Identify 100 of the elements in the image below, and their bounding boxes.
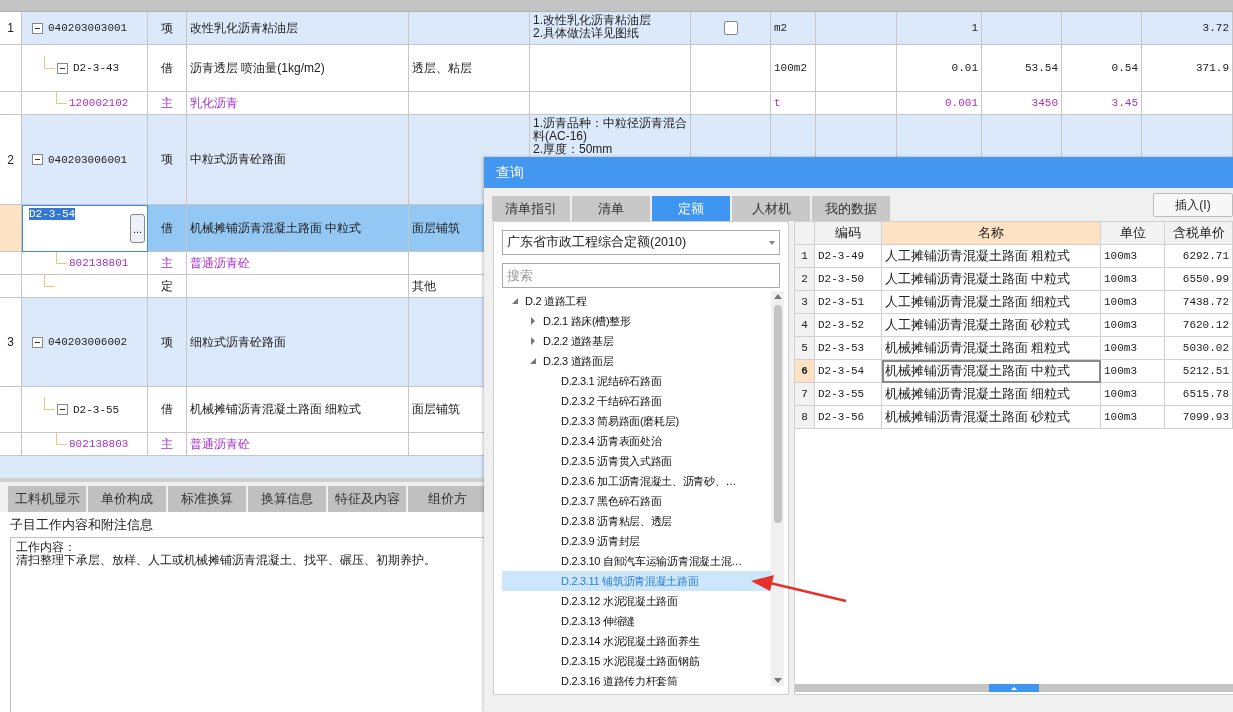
tree-item[interactable]: D.2.3.8 沥青粘层、透层 — [502, 511, 771, 531]
table-cell: D2-3-50 — [815, 268, 882, 291]
table-row[interactable]: 120002102 主 乳化沥青 t 0.001 3450 3.45 — [0, 92, 1233, 115]
table-cell: 5030.02 — [1165, 337, 1233, 360]
tree-item[interactable]: D.2.2 道路基层 — [502, 331, 771, 351]
tree-item[interactable]: D.2.3.5 沥青贯入式路面 — [502, 451, 771, 471]
table-cell: 7620.12 — [1165, 314, 1233, 337]
library-dropdown[interactable]: 广东省市政工程综合定额(2010) — [502, 230, 780, 255]
tab[interactable]: 标准换算 — [168, 486, 246, 512]
row-number[interactable]: 8 — [795, 406, 815, 429]
scroll-down-icon[interactable] — [773, 678, 782, 683]
table-cell: 机械摊铺沥青混凝土路面 粗粒式 — [882, 337, 1101, 360]
table-row[interactable]: D2-3-43 借 沥青透层 喷油量(1kg/m2) 透层、粘层 100m2 0.01 53.54 0.54 371.9 — [0, 45, 1233, 92]
checkbox[interactable] — [723, 21, 738, 35]
description-line: 2.具体做法详见图纸 — [533, 27, 639, 40]
row-number[interactable]: 2 — [795, 268, 815, 291]
code-input[interactable]: D2-3-54 ... — [22, 205, 148, 252]
dialog-title: 查询 — [484, 157, 1233, 188]
tab[interactable]: 工料机显示 — [8, 486, 86, 512]
tab[interactable]: 组价方 — [408, 486, 486, 512]
tree-item[interactable]: D.2.3.12 水泥混凝土路面 — [502, 591, 771, 611]
tree-connector — [44, 275, 55, 287]
section-label: 子目工作内容和附注信息 — [9, 516, 154, 534]
row-number: 2 — [0, 115, 22, 205]
row-number[interactable]: 7 — [795, 383, 815, 406]
item-code: 120002102 — [69, 97, 129, 109]
table-cell: 人工摊铺沥青混凝土路面 粗粒式 — [882, 245, 1101, 268]
tree-item[interactable]: D.2.3.15 水泥混凝土路面钢筋 — [502, 651, 771, 671]
tab[interactable]: 清单 — [572, 196, 650, 221]
table-cell: 100m3 — [1101, 360, 1165, 383]
tab[interactable]: 我的数据 — [812, 196, 890, 221]
row-number: 1 — [0, 12, 22, 45]
row-number[interactable]: 6 — [795, 360, 815, 383]
tree-item[interactable]: D.2.3 道路面层 — [502, 351, 771, 371]
row-number: 3 — [0, 298, 22, 387]
tree-item[interactable]: D.2.3.13 伸缩缝 — [502, 611, 771, 631]
row-number[interactable]: 5 — [795, 337, 815, 360]
table-cell: 100m3 — [1101, 268, 1165, 291]
tree-item[interactable]: D.2.3.16 道路传力杆套筒 — [502, 671, 771, 686]
item-code: D2-3-55 — [73, 403, 120, 416]
column-header[interactable]: 含税单价 — [1165, 222, 1233, 245]
tab[interactable]: 特征及内容 — [328, 486, 406, 512]
tree-item[interactable]: D.2.3.10 自卸汽车运输沥青混凝土混… — [502, 551, 771, 571]
table-cell: D2-3-52 — [815, 314, 882, 337]
column-header[interactable]: 编码 — [815, 222, 882, 245]
tree-item[interactable]: D.2.1 路床(槽)整形 — [502, 311, 771, 331]
browse-button[interactable]: ... — [130, 214, 145, 243]
item-code: 040203006001 — [48, 153, 128, 166]
notes-line: 清扫整理下承层、放样、人工或机械摊铺沥青混凝土、找平、碾压、初期养护。 — [16, 554, 437, 567]
table-cell: 100m3 — [1101, 291, 1165, 314]
row-number[interactable]: 4 — [795, 314, 815, 337]
table-cell: 人工摊铺沥青混凝土路面 中粒式 — [882, 268, 1101, 291]
search-field[interactable]: 搜索 — [502, 263, 780, 288]
expand-icon[interactable] — [531, 317, 535, 325]
tab[interactable]: 单价构成 — [88, 486, 166, 512]
scrollbar[interactable] — [771, 291, 784, 686]
table-cell: 100m3 — [1101, 383, 1165, 406]
description-line: 2.厚度：50mm — [533, 143, 613, 156]
tree-connector — [44, 55, 55, 69]
tree-item[interactable]: D.2.3.14 水泥混凝土路面养生 — [502, 631, 771, 651]
tree-connector — [44, 397, 55, 410]
tree-connector — [56, 252, 67, 264]
tree-item[interactable]: D.2.3.9 沥青封层 — [502, 531, 771, 551]
table-cell: 机械摊铺沥青混凝土路面 砂粒式 — [882, 406, 1101, 429]
item-code: 802138801 — [69, 257, 129, 269]
tree-item[interactable]: D.2.3.7 黑色碎石路面 — [502, 491, 771, 511]
collapse-icon[interactable] — [57, 404, 68, 415]
table-cell: 100m3 — [1101, 337, 1165, 360]
insert-button[interactable]: 插入(I) — [1153, 193, 1233, 217]
caret-icon — [769, 240, 775, 245]
table-cell: 6292.71 — [1165, 245, 1233, 268]
table-row[interactable]: 1 040203003001 项 改性乳化沥青粘油层 1.改性乳化沥青粘油层 2.具体做法详见图纸 m2 1 3.72 — [0, 12, 1233, 45]
splitter-handle[interactable] — [989, 684, 1039, 692]
expand-icon[interactable] — [531, 337, 535, 345]
collapse-icon[interactable] — [57, 62, 68, 74]
table-cell: 6515.78 — [1165, 383, 1233, 406]
table-cell: 机械摊铺沥青混凝土路面 中粒式 — [882, 360, 1101, 383]
table-cell: 机械摊铺沥青混凝土路面 细粒式 — [882, 383, 1101, 406]
column-header[interactable]: 名称 — [882, 222, 1101, 245]
table-cell: D2-3-54 — [815, 360, 882, 383]
table-cell: D2-3-49 — [815, 245, 882, 268]
tab[interactable]: 清单指引 — [492, 196, 570, 221]
tree-connector — [56, 92, 67, 104]
tab[interactable]: 换算信息 — [248, 486, 326, 512]
row-number[interactable]: 3 — [795, 291, 815, 314]
table-cell: D2-3-56 — [815, 406, 882, 429]
collapse-icon[interactable] — [32, 336, 43, 348]
table-cell: 6550.99 — [1165, 268, 1233, 291]
collapse-icon[interactable] — [32, 154, 43, 165]
collapse-icon[interactable] — [32, 22, 43, 34]
description-line: 1.改性乳化沥青粘油层 — [533, 14, 651, 27]
row-number[interactable]: 1 — [795, 245, 815, 268]
tab[interactable]: 人材机 — [732, 196, 810, 221]
table-cell: D2-3-51 — [815, 291, 882, 314]
caret-icon — [1011, 686, 1017, 690]
table-cell: 7099.93 — [1165, 406, 1233, 429]
tree-item[interactable]: D.2.3.6 加工沥青混凝土、沥青砂、… — [502, 471, 771, 491]
column-header[interactable]: 单位 — [1101, 222, 1165, 245]
item-code: 040203003001 — [48, 22, 128, 34]
tree-item[interactable]: D.2.3.4 沥青表面处治 — [502, 431, 771, 451]
